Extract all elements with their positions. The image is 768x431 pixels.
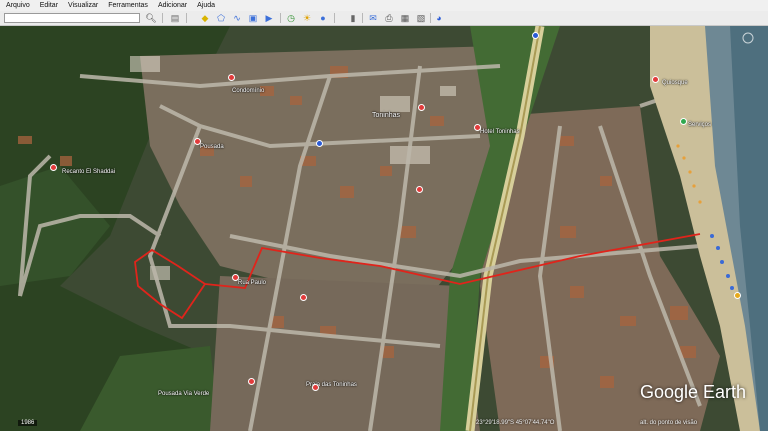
place-label-rua-paulo[interactable]: Rua Paulo <box>238 280 266 286</box>
menu-editar[interactable]: Editar <box>40 2 58 9</box>
menu-arquivo[interactable]: Arquivo <box>6 2 30 9</box>
place-label-residencial[interactable]: Recanto El Shaddai <box>62 169 115 175</box>
location-pin-red[interactable] <box>652 76 659 83</box>
toolbar-separator <box>162 13 163 23</box>
place-label-condominio[interactable]: Condomínio <box>232 88 264 94</box>
place-label-hotel-toninhas[interactable]: Hotel Toninhas <box>480 129 520 135</box>
imagery-year-badge[interactable]: 1986 <box>18 420 38 426</box>
place-label-quiosque[interactable]: Quiosque <box>662 80 688 86</box>
location-pin-red[interactable] <box>416 186 423 193</box>
menu-visualizar[interactable]: Visualizar <box>68 2 98 9</box>
maps-icon[interactable]: ▧ <box>414 12 428 24</box>
satellite-map-view[interactable]: Toninhas Recanto El Shaddai Pousada Via … <box>0 26 768 431</box>
location-pin-blue[interactable] <box>316 140 323 147</box>
toolbar-separator <box>430 13 431 23</box>
place-label-pousada-via-verde[interactable]: Pousada Via Verde <box>158 391 209 397</box>
search-icon[interactable]: 🔍︎ <box>144 12 158 24</box>
history-icon[interactable]: ◷ <box>284 12 298 24</box>
search-input[interactable] <box>4 13 140 23</box>
satellite-imagery <box>0 26 768 431</box>
sidebar-icon[interactable]: ▤ <box>168 12 182 24</box>
path-icon[interactable]: ∿ <box>230 12 244 24</box>
toolbar-separator <box>280 13 281 23</box>
menu-ajuda[interactable]: Ajuda <box>197 2 215 9</box>
location-pin-blue[interactable] <box>532 32 539 39</box>
location-pin-red[interactable] <box>248 378 255 385</box>
location-pin-red[interactable] <box>300 294 307 301</box>
coordinates-readout: 23°29'18.99"S 45°07'44.74"O <box>476 420 555 426</box>
planets-icon[interactable]: ● <box>316 12 330 24</box>
location-pin-red[interactable] <box>228 74 235 81</box>
tour-icon[interactable]: ▶ <box>262 12 276 24</box>
location-pin-red[interactable] <box>194 138 201 145</box>
toolbar: 🔍︎ ▤ ◆ ⬠ ∿ ▣ ▶ ◷ ☀ ● ▮ ✉ ⎙ ▦ ▧ ◕ <box>0 11 768 26</box>
menu-adicionar[interactable]: Adicionar <box>158 2 187 9</box>
place-label-toninhas[interactable]: Toninhas <box>372 112 400 119</box>
location-pin-red[interactable] <box>312 384 319 391</box>
polygon-icon[interactable]: ⬠ <box>214 12 228 24</box>
print-icon[interactable]: ⎙ <box>382 12 396 24</box>
placemark-icon[interactable]: ◆ <box>198 12 212 24</box>
place-label-servicos[interactable]: Serviços <box>688 122 711 128</box>
place-label-pousada[interactable]: Pousada <box>200 144 224 150</box>
toolbar-separator <box>362 13 363 23</box>
email-icon[interactable]: ✉ <box>366 12 380 24</box>
google-earth-logo: Google Earth <box>640 382 747 402</box>
earth-gallery-icon[interactable]: ◕ <box>432 12 446 24</box>
location-pin-red[interactable] <box>50 164 57 171</box>
location-pin-red[interactable] <box>232 274 239 281</box>
overlay-icon[interactable]: ▣ <box>246 12 260 24</box>
menu-ferramentas[interactable]: Ferramentas <box>108 2 148 9</box>
location-pin-red[interactable] <box>418 104 425 111</box>
menu-bar: Arquivo Editar Visualizar Ferramentas Ad… <box>0 0 768 11</box>
toolbar-separator <box>334 13 335 23</box>
ruler-icon[interactable]: ▮ <box>346 12 360 24</box>
sun-icon[interactable]: ☀ <box>300 12 314 24</box>
toolbar-separator <box>186 13 187 23</box>
location-pin-red[interactable] <box>474 124 481 131</box>
eye-altitude-readout: alt. do ponto de visão <box>640 420 698 426</box>
status-bar: 1986 23°29'18.99"S 45°07'44.74"O alt. do… <box>0 418 768 431</box>
save-image-icon[interactable]: ▦ <box>398 12 412 24</box>
location-pin-yellow[interactable] <box>734 292 741 299</box>
location-pin-green[interactable] <box>680 118 687 125</box>
